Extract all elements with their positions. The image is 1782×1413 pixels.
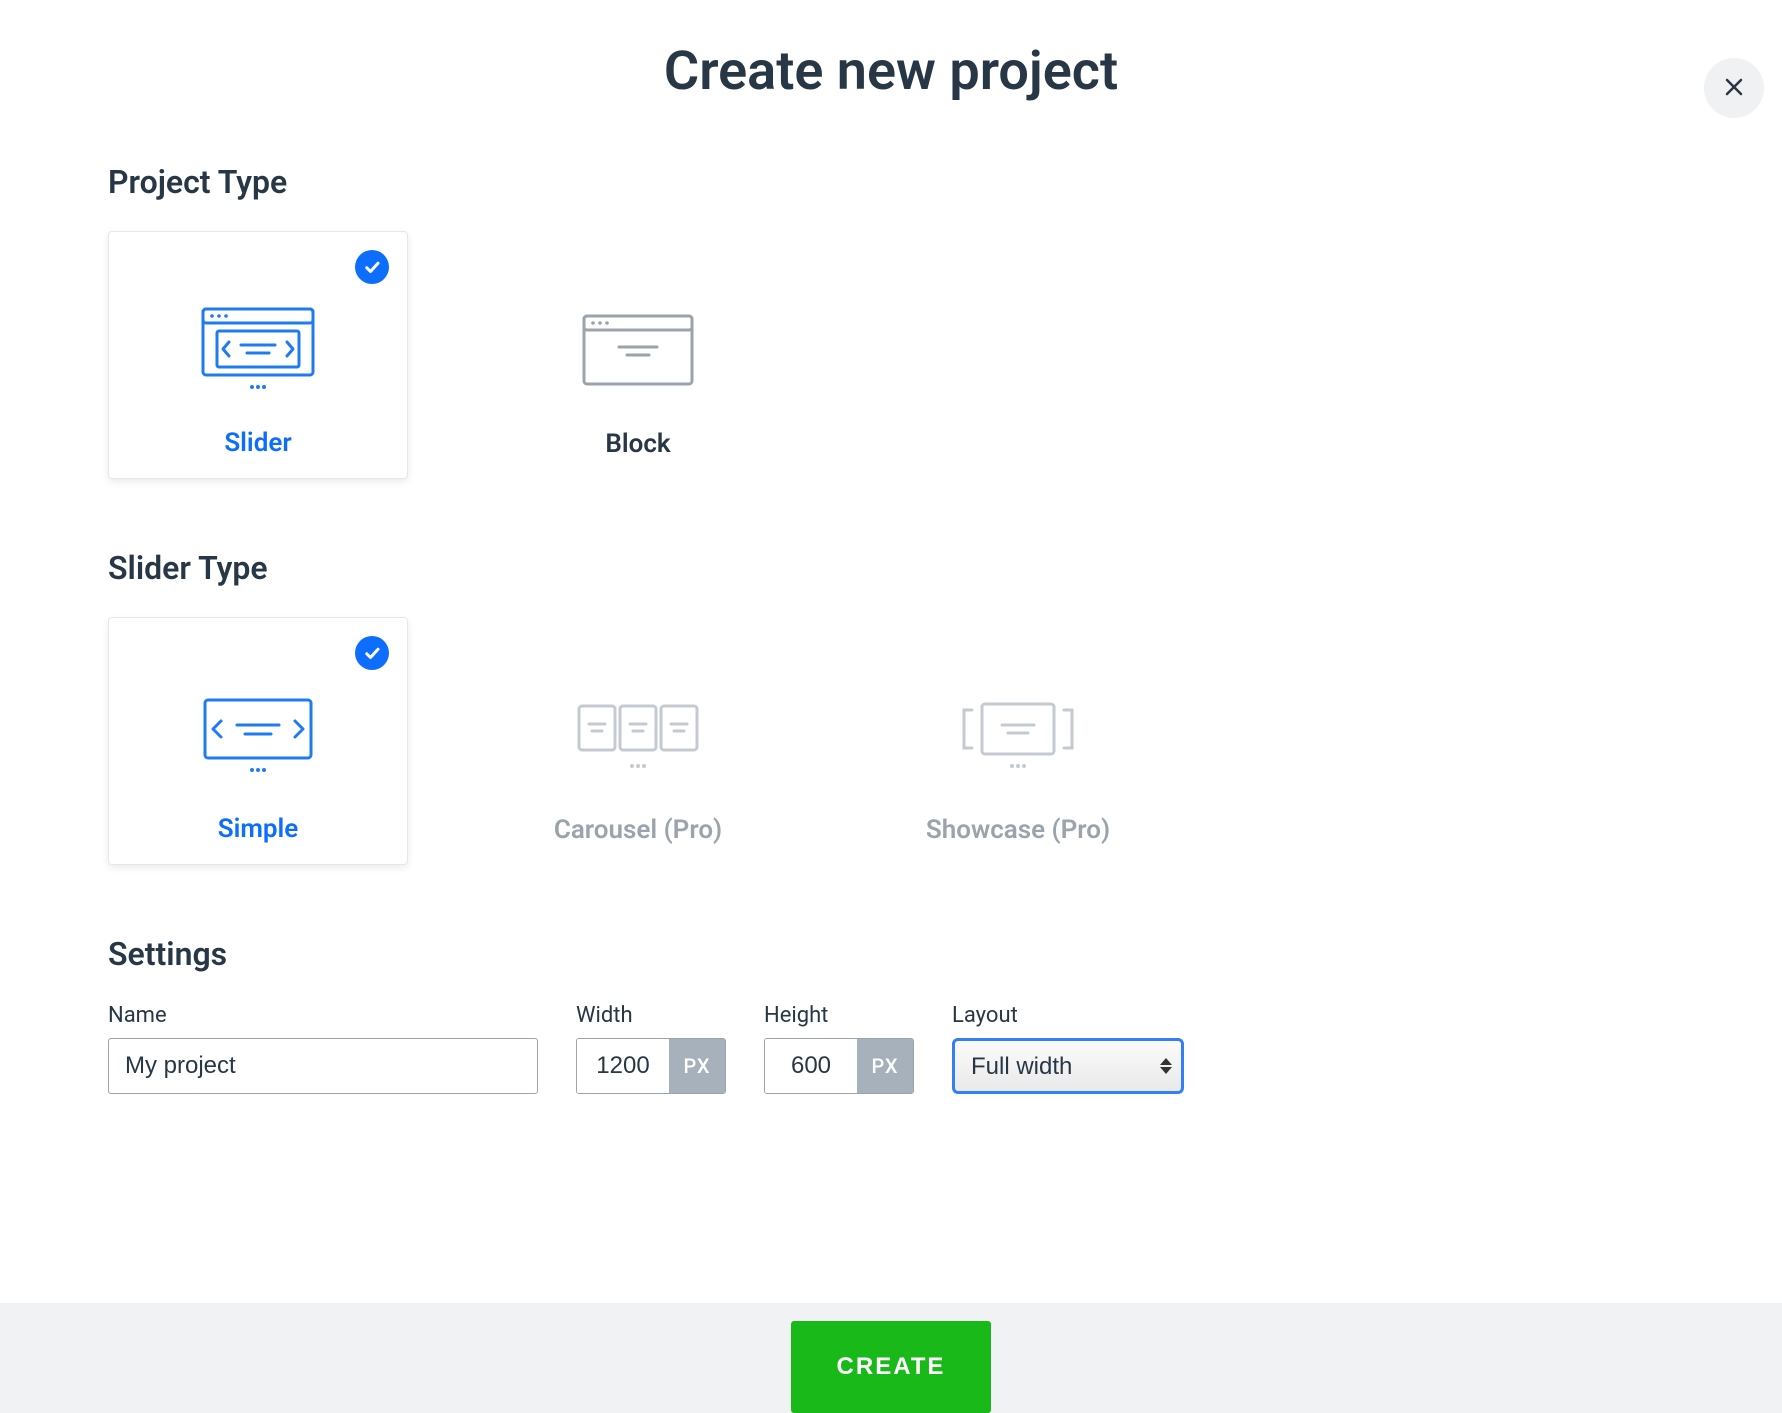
slider-type-label: Carousel (Pro) [554,815,722,845]
footer-bar: CREATE [0,1303,1782,1413]
slider-type-label: Simple [218,814,299,844]
simple-illustration-icon [199,680,317,790]
project-type-card-block[interactable]: Block [488,231,788,479]
height-input[interactable] [765,1039,857,1093]
height-input-group: PX [764,1038,914,1094]
name-field: Name [108,1003,538,1094]
block-illustration-icon [579,295,697,405]
section-project-type-title: Project Type [108,163,1674,201]
name-input[interactable] [108,1038,538,1094]
layout-field: Layout Full width [952,1003,1184,1094]
slider-illustration-icon [199,294,317,404]
height-field: Height PX [764,1003,914,1094]
slider-type-options: Simple Carousel (Pr [108,617,1674,865]
showcase-illustration-icon [958,681,1078,791]
width-unit: PX [669,1039,725,1093]
width-field: Width PX [576,1003,726,1094]
modal-title: Create new project [0,40,1782,103]
width-label: Width [576,1003,726,1028]
create-button[interactable]: CREATE [791,1321,992,1413]
close-icon [1722,75,1746,102]
check-icon [355,636,389,670]
name-label: Name [108,1003,538,1028]
check-icon [355,250,389,284]
layout-select-wrap: Full width [952,1038,1184,1094]
layout-label: Layout [952,1003,1184,1028]
project-type-options: Slider Block [108,231,1674,479]
carousel-illustration-icon [573,681,703,791]
slider-type-card-carousel: Carousel (Pro) [488,617,788,865]
project-type-label: Block [605,429,670,459]
height-label: Height [764,1003,914,1028]
slider-type-label: Showcase (Pro) [926,815,1110,845]
slider-type-card-showcase: Showcase (Pro) [868,617,1168,865]
project-type-card-slider[interactable]: Slider [108,231,408,479]
width-input[interactable] [577,1039,669,1093]
settings-row: Name Width PX Height PX Layout Full widt… [108,1003,1674,1094]
section-settings-title: Settings [108,935,1674,973]
layout-select[interactable]: Full width [952,1038,1184,1094]
slider-type-card-simple[interactable]: Simple [108,617,408,865]
close-button[interactable] [1704,58,1764,118]
width-input-group: PX [576,1038,726,1094]
section-slider-type-title: Slider Type [108,549,1674,587]
project-type-label: Slider [224,428,291,458]
height-unit: PX [857,1039,913,1093]
